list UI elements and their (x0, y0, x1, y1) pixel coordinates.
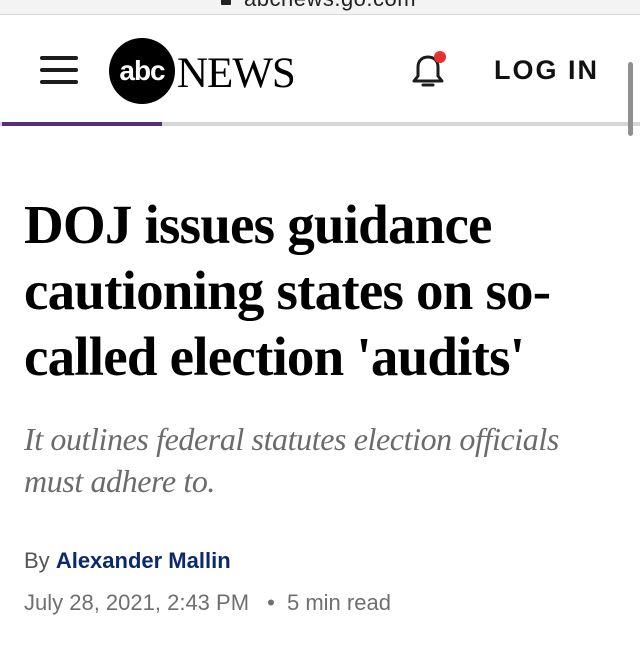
site-header: abc NEWS LOG IN (0, 15, 640, 123)
publish-date: July 28, 2021, 2:43 PM (24, 590, 250, 615)
scrollbar[interactable] (628, 62, 633, 136)
notification-dot (434, 51, 446, 63)
news-wordmark: NEWS (177, 49, 296, 97)
lock-icon (221, 0, 231, 5)
reading-progress-bar (2, 122, 162, 126)
author-link[interactable]: Alexander Mallin (56, 548, 231, 573)
article-meta: July 28, 2021, 2:43 PM • 5 min read (24, 590, 391, 616)
page: abcnews.go.com abc NEWS LOG IN DOJ issue… (0, 0, 640, 649)
meta-separator: • (267, 590, 275, 615)
log-in-button[interactable]: LOG IN (494, 55, 599, 86)
browser-url-bar[interactable]: abcnews.go.com (0, 0, 640, 15)
read-time: 5 min read (286, 590, 391, 615)
bell-icon-graphic (412, 51, 446, 87)
hamburger-menu-icon[interactable] (38, 53, 82, 87)
abc-logo-circle: abc (109, 38, 175, 104)
article-headline: DOJ issues guidance cautioning states on… (24, 194, 551, 387)
url-text[interactable]: abcnews.go.com (244, 0, 416, 12)
byline: By Alexander Mallin (24, 548, 231, 574)
abc-news-logo[interactable]: abc NEWS (109, 36, 296, 106)
byline-prefix: By (24, 548, 50, 573)
article-subheadline: It outlines federal statutes election of… (24, 421, 559, 499)
bell-icon[interactable] (406, 48, 450, 92)
